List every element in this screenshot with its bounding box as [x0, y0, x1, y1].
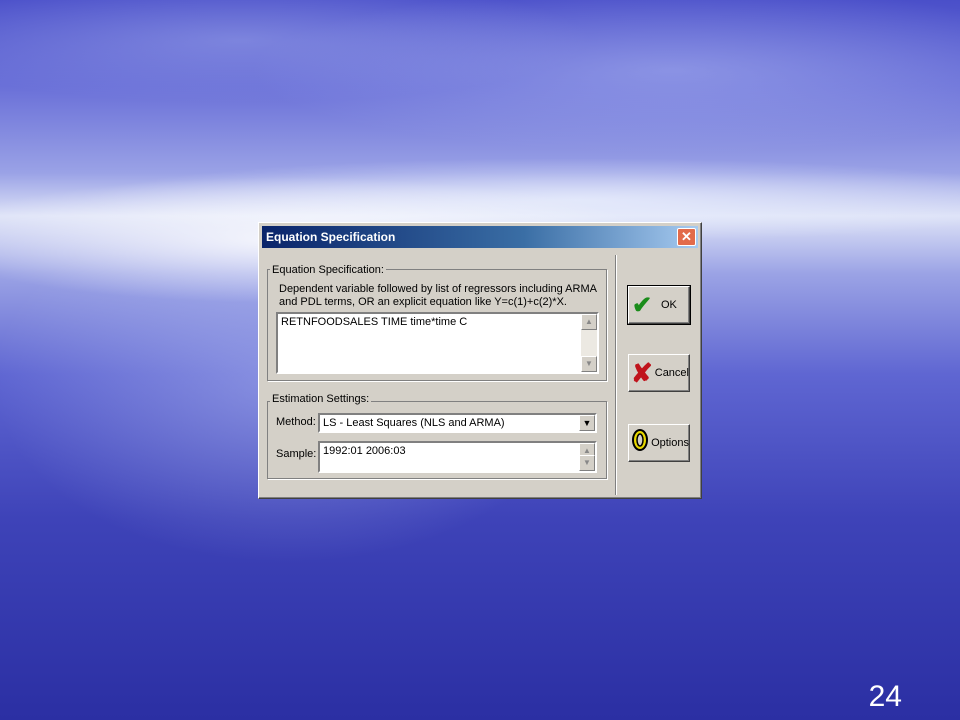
equation-specification-dialog: Equation Specification ✕ Equation Specif…	[258, 222, 702, 499]
equation-scrollbar[interactable]: ▲ ▼	[581, 314, 597, 372]
scroll-down-icon[interactable]: ▼	[579, 455, 595, 471]
vertical-separator	[615, 255, 617, 495]
slide-number: 24	[868, 680, 902, 713]
method-label: Method:	[276, 416, 316, 428]
dialog-title: Equation Specification	[266, 230, 396, 244]
cancel-button[interactable]: ✘ Cancel	[628, 354, 690, 392]
sample-scrollbar[interactable]: ▲ ▼	[579, 443, 595, 471]
method-select-value: LS - Least Squares (NLS and ARMA)	[323, 417, 505, 429]
options-button[interactable]: Options	[628, 424, 690, 462]
options-button-label: Options	[651, 437, 689, 449]
check-icon: ✔	[631, 291, 653, 319]
close-icon: ✕	[681, 229, 692, 244]
options-icon	[629, 428, 651, 459]
sample-input-value: 1992:01 2006:03	[323, 445, 406, 457]
sample-label: Sample:	[276, 448, 317, 460]
equation-spec-group-label: Equation Specification:	[270, 264, 386, 276]
ok-button-label: OK	[661, 299, 677, 311]
chevron-down-icon[interactable]: ▼	[579, 415, 595, 431]
dialog-titlebar[interactable]: Equation Specification ✕	[262, 226, 698, 248]
method-select[interactable]: LS - Least Squares (NLS and ARMA) ▼	[318, 413, 597, 433]
estimation-settings-label: Estimation Settings:	[270, 393, 372, 405]
scroll-up-icon[interactable]: ▲	[581, 314, 597, 330]
x-mark-icon: ✘	[630, 357, 653, 388]
equation-input[interactable]: RETNFOODSALES TIME time*time C ▲ ▼	[276, 312, 599, 374]
equation-description: Dependent variable followed by list of r…	[279, 283, 597, 308]
close-button[interactable]: ✕	[677, 228, 696, 246]
ok-button[interactable]: ✔ OK	[627, 285, 691, 325]
cancel-button-label: Cancel	[654, 367, 689, 379]
sample-input[interactable]: 1992:01 2006:03 ▲ ▼	[318, 441, 597, 473]
equation-input-value: RETNFOODSALES TIME time*time C	[281, 316, 468, 328]
scroll-down-icon[interactable]: ▼	[581, 356, 597, 372]
